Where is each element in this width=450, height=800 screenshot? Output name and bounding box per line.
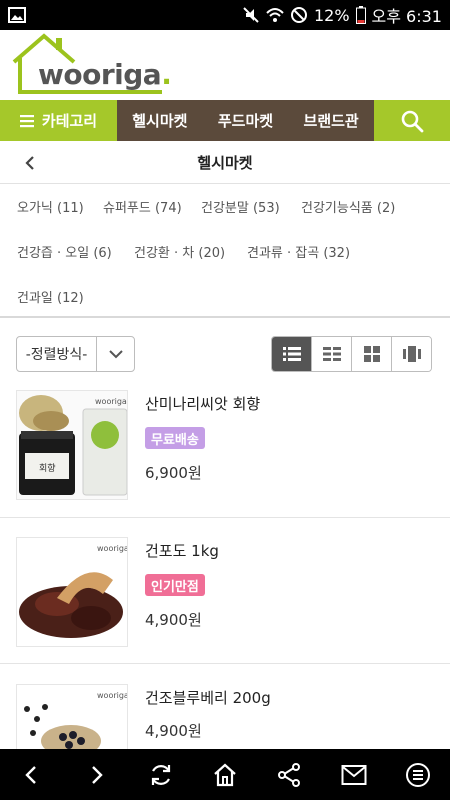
logo[interactable]: wooriga. — [12, 32, 172, 96]
nav-tabs: 헬시마켓 푸드마켓 브랜드관 — [117, 100, 374, 141]
refresh-button[interactable] — [141, 755, 181, 795]
nav-tab-food-market[interactable]: 푸드마켓 — [218, 110, 273, 131]
grid-small-icon — [322, 347, 341, 361]
status-bar: 12% 오후 6:31 — [0, 0, 450, 30]
product-thumbnail[interactable]: wooriga — [16, 537, 128, 647]
nav-tab-healthy-market[interactable]: 헬시마켓 — [132, 110, 187, 131]
product-badge: 무료배송 — [145, 427, 205, 449]
grid-small-view-button[interactable] — [311, 337, 351, 371]
thumb-brand: wooriga — [95, 397, 127, 406]
grid-large-icon — [363, 346, 380, 362]
chevron-down-icon — [97, 337, 134, 371]
logo-text: wooriga. — [38, 58, 172, 91]
subcategory-juice-oil[interactable]: 건강즙 · 오일 (6) — [17, 242, 112, 261]
product-price: 6,900원 — [145, 464, 202, 482]
subcategory-organic[interactable]: 오가닉 (11) — [17, 197, 84, 216]
forward-icon — [92, 765, 104, 784]
subcategory-superfood[interactable]: 슈퍼푸드 (74) — [103, 197, 182, 216]
battery-icon — [355, 6, 366, 24]
refresh-icon — [151, 764, 170, 785]
subcategory-health-powder[interactable]: 건강분말 (53) — [201, 197, 280, 216]
subcategory-pills-tea[interactable]: 건강환 · 차 (20) — [134, 242, 225, 261]
bottom-toolbar — [0, 749, 450, 800]
product-item[interactable]: wooriga 건포도 1kg 인기만점 4,900원 — [0, 537, 450, 664]
carousel-view-icon — [402, 346, 421, 362]
product-name[interactable]: 건포도 1kg — [145, 540, 219, 561]
back-nav-button[interactable] — [12, 755, 52, 795]
subcategory-dried-fruit[interactable]: 건과일 (12) — [17, 287, 84, 306]
subcategory-nuts-grains[interactable]: 견과류 · 잡곡 (32) — [247, 242, 350, 261]
product-name[interactable]: 산미나리씨앗 회향 — [145, 393, 260, 414]
product-name[interactable]: 건조블루베리 200g — [145, 687, 271, 708]
mute-icon — [242, 6, 260, 24]
product-thumbnail[interactable]: wooriga — [16, 684, 128, 754]
page-title: 헬시마켓 — [197, 153, 253, 172]
sort-select[interactable]: -정렬방식- — [16, 336, 135, 372]
forward-nav-button[interactable] — [76, 755, 116, 795]
product-price: 4,900원 — [145, 722, 202, 740]
back-icon — [25, 765, 36, 784]
product-item[interactable]: wooriga 건조블루베리 200g 4,900원 — [0, 684, 450, 754]
battery-percent: 12% — [313, 5, 350, 25]
view-mode-switcher — [271, 336, 432, 372]
header: wooriga. — [0, 30, 450, 100]
home-icon — [214, 763, 236, 786]
product-thumbnail[interactable]: wooriga 회향 — [16, 390, 128, 500]
thumb-brand: wooriga — [97, 544, 128, 553]
share-button[interactable] — [269, 755, 309, 795]
clock: 오후 6:31 — [371, 7, 442, 26]
list-view-button[interactable] — [272, 337, 311, 371]
category-menu-button[interactable]: 카테고리 — [0, 100, 117, 141]
product-badge: 인기만점 — [145, 574, 205, 596]
carousel-view-button[interactable] — [391, 337, 431, 371]
hamburger-icon — [19, 114, 34, 127]
list-view-icon — [282, 347, 301, 361]
image-icon — [8, 7, 26, 23]
product-item[interactable]: wooriga 회향 산미나리씨앗 회향 무료배송 6,900원 — [0, 390, 450, 518]
nav-tab-brands[interactable]: 브랜드관 — [304, 110, 359, 131]
mail-icon — [341, 764, 367, 785]
grid-large-view-button[interactable] — [351, 337, 391, 371]
main-nav: 카테고리 헬시마켓 푸드마켓 브랜드관 — [0, 100, 450, 141]
menu-icon — [405, 762, 430, 787]
menu-button[interactable] — [398, 755, 438, 795]
subcategory-list: 오가닉 (11) 슈퍼푸드 (74) 건강분말 (53) 건강기능식품 (2) … — [0, 184, 450, 318]
home-button[interactable] — [205, 755, 245, 795]
category-menu-label: 카테고리 — [41, 112, 98, 130]
sort-toolbar: -정렬방식- — [0, 320, 450, 380]
sort-label: -정렬방식- — [17, 337, 97, 371]
chevron-left-icon — [25, 156, 34, 170]
share-icon — [278, 762, 301, 787]
product-price: 4,900원 — [145, 611, 202, 629]
thumb-brand: wooriga — [97, 691, 128, 700]
blocked-icon — [290, 6, 308, 24]
page-title-bar: 헬시마켓 — [0, 141, 450, 184]
back-button[interactable] — [20, 153, 40, 173]
mail-button[interactable] — [334, 755, 374, 795]
subcategory-supplements[interactable]: 건강기능식품 (2) — [301, 197, 395, 216]
search-icon — [401, 110, 424, 132]
search-button[interactable] — [374, 100, 450, 141]
wifi-icon — [266, 7, 284, 23]
thumb-jar-label: 회향 — [39, 464, 56, 474]
